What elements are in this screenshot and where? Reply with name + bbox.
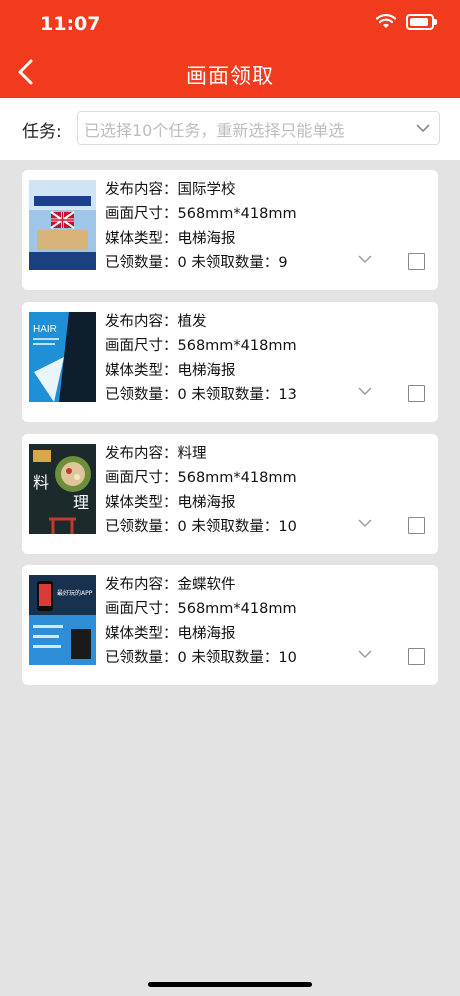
status-icons — [376, 14, 437, 30]
content-value: 金蝶软件 — [177, 577, 236, 593]
media-value: 电梯海报 — [177, 230, 236, 247]
unclaimed-label: 未领取数量： — [191, 518, 279, 535]
poster-word-2: 理 — [73, 493, 89, 512]
claimed-label: 已领数量： — [105, 518, 178, 535]
claimed-value: 0 — [177, 254, 187, 271]
size-label: 画面尺寸： — [105, 470, 178, 487]
unclaimed-label: 未领取数量： — [191, 254, 279, 271]
poster-thumbnail — [29, 180, 96, 270]
poster-thumbnail: HAIR — [29, 312, 96, 402]
checkbox-icon[interactable] — [408, 385, 425, 402]
claimed-label: 已领数量： — [105, 254, 178, 271]
content-label: 发布内容： — [105, 314, 178, 330]
unclaimed-value: 10 — [278, 518, 297, 535]
poster-word-1: 料 — [33, 473, 49, 492]
unclaimed-label: 未领取数量： — [191, 649, 279, 666]
media-value: 电梯海报 — [177, 625, 236, 642]
claimed-value: 0 — [177, 649, 187, 666]
checkbox-icon[interactable] — [408, 253, 425, 270]
size-label: 画面尺寸： — [105, 206, 178, 223]
task-label: 任务: — [22, 122, 62, 142]
card-info: 发布内容：料理 画面尺寸：568mm*418mm 媒体类型：电梯海报 已领数量：… — [105, 442, 297, 539]
task-card[interactable]: 最好玩的APP 发布内容：金蝶软件 画面尺寸：568mm*418mm 媒体类型：… — [22, 565, 438, 685]
chevron-down-icon[interactable] — [358, 518, 372, 528]
checkbox-icon[interactable] — [408, 517, 425, 534]
task-card[interactable]: 料 理 发布内容：料理 画面尺寸：568mm*418mm 媒体类型：电梯海报 已… — [22, 434, 438, 554]
chevron-down-icon — [416, 124, 430, 133]
media-label: 媒体类型： — [105, 625, 178, 642]
size-value: 568mm*418mm — [177, 206, 297, 223]
task-select[interactable]: 已选择10个任务，重新选择只能单选 — [77, 111, 440, 145]
content-label: 发布内容： — [105, 446, 178, 462]
page-title: 画面领取 — [186, 64, 274, 88]
size-value: 568mm*418mm — [177, 470, 297, 487]
chevron-down-icon[interactable] — [358, 254, 372, 264]
content-value: 植发 — [177, 314, 207, 330]
status-time: 11:07 — [40, 13, 101, 35]
poster-thumbnail: 料 理 — [29, 444, 96, 534]
claimed-value: 0 — [177, 518, 187, 535]
card-info: 发布内容：金蝶软件 画面尺寸：568mm*418mm 媒体类型：电梯海报 已领数… — [105, 573, 297, 670]
content-value: 国际学校 — [177, 182, 236, 198]
media-label: 媒体类型： — [105, 230, 178, 247]
size-value: 568mm*418mm — [177, 601, 297, 618]
content-label: 发布内容： — [105, 182, 178, 198]
size-label: 画面尺寸： — [105, 601, 178, 618]
unclaimed-value: 13 — [278, 386, 297, 403]
media-value: 电梯海报 — [177, 362, 236, 379]
poster-thumbnail: 最好玩的APP — [29, 575, 96, 665]
card-info: 发布内容：国际学校 画面尺寸：568mm*418mm 媒体类型：电梯海报 已领数… — [105, 178, 297, 275]
battery-icon — [406, 14, 437, 30]
task-filter-bar: 任务: 已选择10个任务，重新选择只能单选 — [0, 98, 460, 160]
content-label: 发布内容： — [105, 577, 178, 593]
card-info: 发布内容：植发 画面尺寸：568mm*418mm 媒体类型：电梯海报 已领数量：… — [105, 310, 297, 407]
wifi-icon — [376, 14, 396, 28]
claimed-label: 已领数量： — [105, 649, 178, 666]
poster-title: 最好玩的APP — [57, 589, 93, 597]
chevron-down-icon[interactable] — [358, 649, 372, 659]
size-label: 画面尺寸： — [105, 338, 178, 355]
unclaimed-label: 未领取数量： — [191, 386, 279, 403]
size-value: 568mm*418mm — [177, 338, 297, 355]
checkbox-icon[interactable] — [408, 648, 425, 665]
app-header: 11:07 画面领取 — [0, 0, 460, 98]
media-label: 媒体类型： — [105, 494, 178, 511]
media-label: 媒体类型： — [105, 362, 178, 379]
chevron-down-icon[interactable] — [358, 386, 372, 396]
task-card[interactable]: HAIR 发布内容：植发 画面尺寸：568mm*418mm 媒体类型：电梯海报 … — [22, 302, 438, 422]
claimed-value: 0 — [177, 386, 187, 403]
claimed-label: 已领数量： — [105, 386, 178, 403]
unclaimed-value: 10 — [278, 649, 297, 666]
poster-brand: HAIR — [33, 324, 57, 335]
task-select-placeholder: 已选择10个任务，重新选择只能单选 — [84, 121, 345, 140]
media-value: 电梯海报 — [177, 494, 236, 511]
unclaimed-value: 9 — [278, 254, 288, 271]
content-value: 料理 — [177, 446, 207, 462]
home-indicator[interactable] — [148, 982, 312, 987]
task-card[interactable]: 发布内容：国际学校 画面尺寸：568mm*418mm 媒体类型：电梯海报 已领数… — [22, 170, 438, 290]
